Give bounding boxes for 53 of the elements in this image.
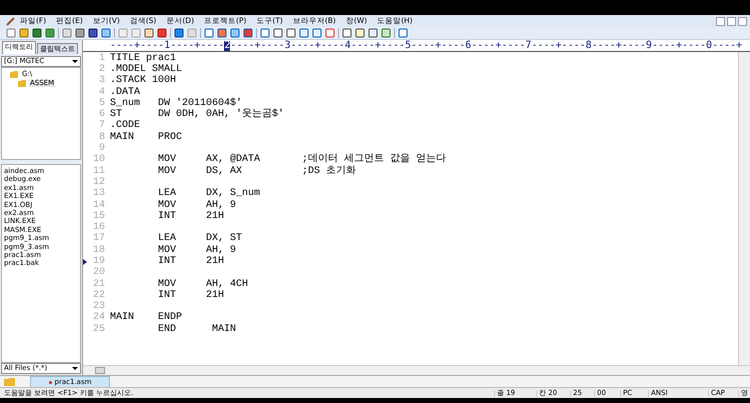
scroll-thumb[interactable] bbox=[95, 367, 105, 374]
code-line: .MODEL SMALL bbox=[110, 64, 182, 75]
code-line: LEA DX, S_num bbox=[157, 189, 260, 200]
line-number: 5 bbox=[98, 98, 105, 109]
line-number: 8 bbox=[98, 132, 105, 143]
code-line: END MAIN bbox=[157, 324, 236, 335]
line-number: 4 bbox=[98, 88, 105, 98]
code-line: MAIN ENDP bbox=[110, 313, 182, 324]
code-line: MOV DS, AX ;DS 초기화 bbox=[157, 166, 356, 177]
code-line: .DATA bbox=[110, 88, 140, 98]
code-line: .STACK 100H bbox=[110, 76, 176, 86]
line-number: 21 bbox=[92, 280, 105, 290]
code-line: MOV AH, 9 bbox=[157, 246, 236, 256]
horizontal-scrollbar[interactable] bbox=[83, 365, 750, 375]
line-number: 3 bbox=[98, 76, 105, 86]
line-number: 18 bbox=[92, 246, 105, 256]
line-number: 20 bbox=[92, 268, 105, 278]
code-line: .CODE bbox=[110, 121, 140, 132]
code-line: INT 21H bbox=[157, 290, 224, 301]
code-line: MAIN PROC bbox=[110, 132, 182, 143]
code-line: ST DW 0DH, 0AH, '웃는곰$' bbox=[110, 110, 284, 120]
line-number: 10 bbox=[92, 155, 105, 166]
line-number: 16 bbox=[92, 223, 105, 234]
pen-icon bbox=[6, 16, 15, 26]
line-number: 12 bbox=[92, 178, 105, 188]
code-line: MOV AH, 9 bbox=[157, 200, 236, 210]
line-number: 9 bbox=[98, 144, 105, 154]
code-line: S_num DW '20110604$' bbox=[110, 98, 242, 109]
dropdown-arrow-icon bbox=[72, 60, 78, 63]
code-line: LEA DX, ST bbox=[157, 234, 242, 244]
line-number: 6 bbox=[98, 110, 105, 120]
ruler-scale: ----+----1----+---- bbox=[110, 40, 224, 50]
line-number: 14 bbox=[92, 200, 105, 210]
line-number: 23 bbox=[92, 302, 105, 312]
line-number: 13 bbox=[92, 189, 105, 200]
ruler-scale: ----+----3----+----4----+----5----+----6----+----7----+----8----+----9----+----0----+ bbox=[230, 40, 742, 50]
line-number: 22 bbox=[92, 290, 105, 301]
line-number: 1 bbox=[98, 54, 105, 64]
line-number: 17 bbox=[92, 234, 105, 244]
line-number: 11 bbox=[92, 166, 105, 177]
code-line: MOV AH, 4CH bbox=[157, 280, 248, 290]
dropdown-arrow-icon bbox=[72, 367, 78, 370]
line-number: 7 bbox=[98, 121, 105, 132]
code-line: TITLE prac1 bbox=[110, 54, 176, 64]
code-line: MOV AX, @DATA ;데이터 세그먼트 값을 얻는다 bbox=[157, 155, 446, 166]
line-number: 2 bbox=[98, 64, 105, 75]
line-number: 19 bbox=[92, 256, 105, 267]
line-number: 15 bbox=[92, 212, 105, 222]
vertical-scrollbar[interactable] bbox=[738, 52, 750, 365]
code-line: INT 21H bbox=[157, 256, 224, 267]
code-line: INT 21H bbox=[157, 212, 224, 222]
line-number: 25 bbox=[92, 324, 105, 335]
line-number: 24 bbox=[92, 313, 105, 324]
